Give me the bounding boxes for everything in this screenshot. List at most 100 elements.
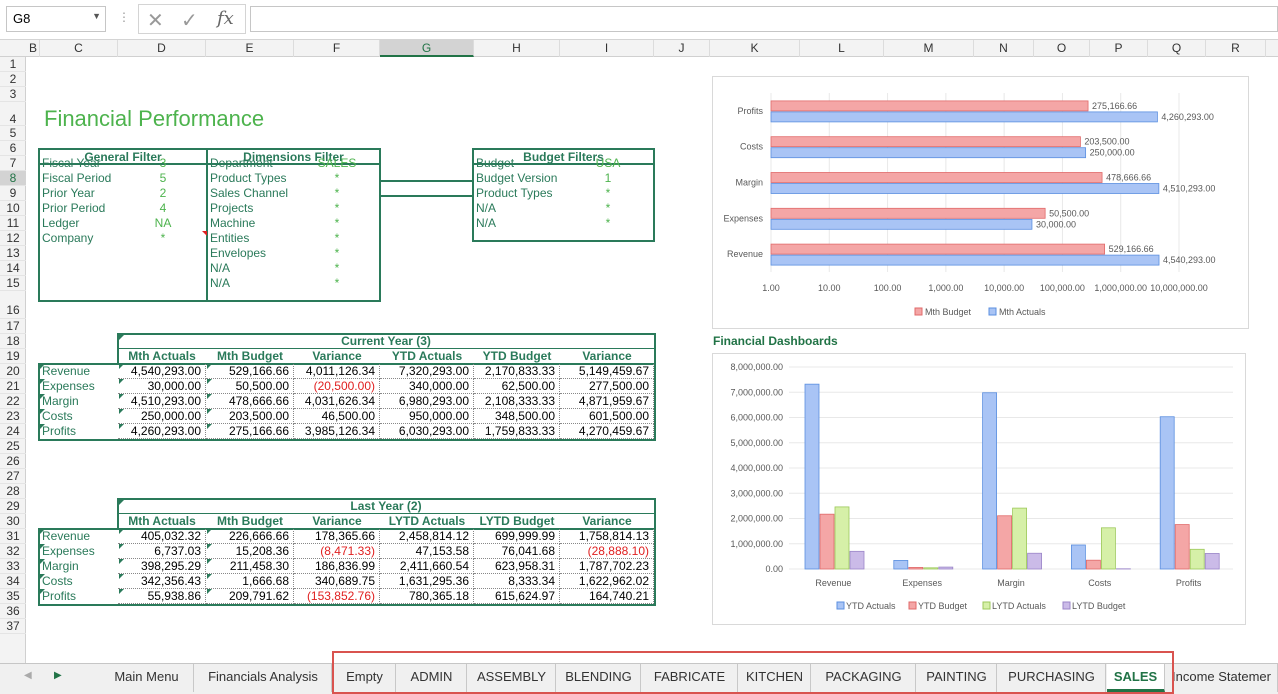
row-header-3[interactable]: 3 [0,87,26,102]
dimensions_filter-value[interactable]: * [300,261,374,275]
row-header-9[interactable]: 9 [0,186,26,201]
column-header-f[interactable]: F [294,40,380,57]
current_year-cell[interactable]: 4,871,959.67 [560,394,654,409]
last_year-cell[interactable]: 1,666.68 [206,574,294,589]
current_year-cell[interactable]: 50,500.00 [206,379,294,394]
row-header-22[interactable]: 22 [0,394,26,409]
last_year-cell[interactable]: 15,208.36 [206,544,294,559]
current_year-cell[interactable]: 6,980,293.00 [380,394,474,409]
tab-financials-analysis[interactable]: Financials Analysis [195,664,332,692]
current_year-cell[interactable]: 30,000.00 [118,379,206,394]
budget_filters-value[interactable]: 1 [580,171,636,185]
last_year-cell[interactable]: 55,938.86 [118,589,206,604]
tab-empty[interactable]: Empty [334,664,396,692]
general_filter-value[interactable]: * [140,231,186,245]
current_year-cell[interactable]: 7,320,293.00 [380,364,474,379]
last_year-cell[interactable]: 780,365.18 [380,589,474,604]
general_filter-value[interactable]: 5 [140,171,186,185]
last_year-cell[interactable]: 8,333.34 [474,574,560,589]
column-header-b[interactable]: B [27,40,40,57]
budget_filters-value[interactable]: * [580,186,636,200]
row-header-11[interactable]: 11 [0,216,26,231]
last_year-cell[interactable]: 178,365.66 [294,529,380,544]
row-header-26[interactable]: 26 [0,454,26,469]
last_year-cell[interactable]: 47,153.58 [380,544,474,559]
current_year-cell[interactable]: 6,030,293.00 [380,424,474,439]
column-header-m[interactable]: M [884,40,974,57]
column-header-g[interactable]: G [380,40,474,57]
column-header-n[interactable]: N [974,40,1034,57]
tab-blending[interactable]: BLENDING [557,664,641,692]
row-header-13[interactable]: 13 [0,246,26,261]
column-header-i[interactable]: I [560,40,654,57]
dimensions_filter-value[interactable]: SALES [300,156,374,170]
row-header-35[interactable]: 35 [0,589,26,604]
row-header-25[interactable]: 25 [0,439,26,454]
tab-kitchen[interactable]: KITCHEN [739,664,811,692]
dimensions_filter-value[interactable]: * [300,276,374,290]
column-header-c[interactable]: C [40,40,118,57]
row-header-2[interactable]: 2 [0,72,26,87]
row-header-17[interactable]: 17 [0,319,26,334]
row-header-24[interactable]: 24 [0,424,26,439]
current_year-cell[interactable]: 4,031,626.34 [294,394,380,409]
tab-fabricate[interactable]: FABRICATE [642,664,738,692]
last_year-cell[interactable]: 699,999.99 [474,529,560,544]
row-header-6[interactable]: 6 [0,141,26,156]
last_year-cell[interactable]: 2,411,660.54 [380,559,474,574]
column-header-l[interactable]: L [800,40,884,57]
row-header-4[interactable]: 4 [0,102,26,126]
tab-packaging[interactable]: PACKAGING [812,664,916,692]
row-header-34[interactable]: 34 [0,574,26,589]
general_filter-value[interactable]: 2 [140,186,186,200]
row-header-1[interactable]: 1 [0,57,26,72]
row-header-10[interactable]: 10 [0,201,26,216]
last_year-cell[interactable]: 1,758,814.13 [560,529,654,544]
dimensions_filter-value[interactable]: * [300,201,374,215]
current_year-cell[interactable]: 529,166.66 [206,364,294,379]
dimensions_filter-value[interactable]: * [300,216,374,230]
budget_filters-value[interactable]: * [580,216,636,230]
current_year-cell[interactable]: (20,500.00) [294,379,380,394]
dimensions_filter-value[interactable]: * [300,246,374,260]
tab-sales[interactable]: SALES [1107,664,1165,692]
row-header-7[interactable]: 7 [0,156,26,171]
last_year-cell[interactable]: 1,787,702.23 [560,559,654,574]
column-header-h[interactable]: H [474,40,560,57]
tab-purchasing[interactable]: PURCHASING [998,664,1106,692]
current_year-cell[interactable]: 348,500.00 [474,409,560,424]
current_year-cell[interactable]: 275,166.66 [206,424,294,439]
row-header-21[interactable]: 21 [0,379,26,394]
row-header-36[interactable]: 36 [0,604,26,619]
general_filter-value[interactable]: NA [140,216,186,230]
last_year-cell[interactable]: 211,458.30 [206,559,294,574]
row-header-33[interactable]: 33 [0,559,26,574]
cancel-icon[interactable]: ✕ [147,8,164,33]
column-chart[interactable]: 8,000,000.00 7,000,000.00 6,000,000.00 5,00… [712,353,1246,625]
last_year-cell[interactable]: 209,791.62 [206,589,294,604]
last_year-cell[interactable]: 398,295.29 [118,559,206,574]
budget_filters-value[interactable]: * [580,201,636,215]
row-header-19[interactable]: 19 [0,349,26,364]
row-header-29[interactable]: 29 [0,499,26,514]
last_year-cell[interactable]: (8,471.33) [294,544,380,559]
row-header-18[interactable]: 18 [0,334,26,349]
row-header-20[interactable]: 20 [0,364,26,379]
row-header-37[interactable]: 37 [0,619,26,634]
row-header-32[interactable]: 32 [0,544,26,559]
row-header-30[interactable]: 30 [0,514,26,529]
general_filter-value[interactable]: 4 [140,201,186,215]
last_year-cell[interactable]: 342,356.43 [118,574,206,589]
last_year-cell[interactable]: 186,836.99 [294,559,380,574]
current_year-cell[interactable]: 4,540,293.00 [118,364,206,379]
current_year-cell[interactable]: 478,666.66 [206,394,294,409]
current_year-cell[interactable]: 1,759,833.33 [474,424,560,439]
column-header-r[interactable]: R [1206,40,1266,57]
column-header-o[interactable]: O [1034,40,1090,57]
row-header-28[interactable]: 28 [0,484,26,499]
column-header-q[interactable]: Q [1148,40,1206,57]
last_year-cell[interactable]: 164,740.21 [560,589,654,604]
current_year-cell[interactable]: 2,170,833.33 [474,364,560,379]
current_year-cell[interactable]: 4,510,293.00 [118,394,206,409]
column-header-d[interactable]: D [118,40,206,57]
